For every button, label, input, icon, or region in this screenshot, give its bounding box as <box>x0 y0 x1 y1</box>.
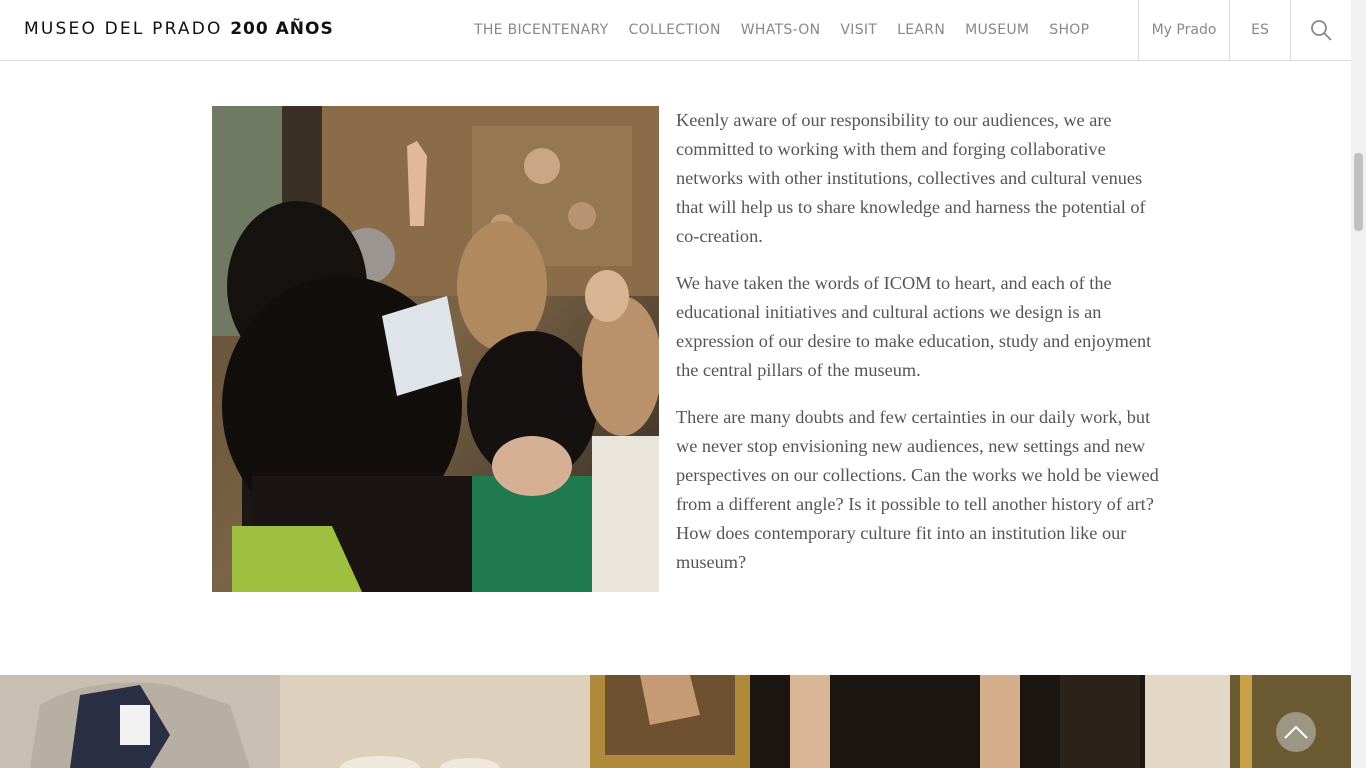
nav-item-whats-on[interactable]: WHATS-ON <box>731 0 831 60</box>
education-photo <box>212 106 659 592</box>
my-prado-link[interactable]: My Prado <box>1138 0 1229 60</box>
search-button[interactable] <box>1290 0 1351 60</box>
paragraph-audiences: Keenly aware of our responsibility to ou… <box>676 110 1146 246</box>
nav-item-museum[interactable]: MUSEUM <box>955 0 1039 60</box>
paragraph-doubts: There are many doubts and few certaintie… <box>676 407 1159 572</box>
search-icon <box>1311 20 1332 41</box>
back-to-top-button[interactable] <box>1276 712 1316 752</box>
logo-text: MUSEO DEL PRADO <box>24 19 223 39</box>
site-header: MUSEO DEL PRADO 200 AÑOS THE BICENTENARY… <box>0 0 1351 61</box>
nav-item-collection[interactable]: COLLECTION <box>619 0 731 60</box>
main-nav: THE BICENTENARY COLLECTION WHATS-ON VISI… <box>464 0 1099 60</box>
nav-item-shop[interactable]: SHOP <box>1039 0 1099 60</box>
scrollbar-thumb[interactable] <box>1354 153 1363 231</box>
paragraph-icom: We have taken the words of ICOM to heart… <box>676 273 1152 380</box>
gallery-banner-photo <box>0 675 1351 768</box>
logo-anniversary: 200 AÑOS <box>230 19 334 39</box>
nav-item-bicentenary[interactable]: THE BICENTENARY <box>464 0 619 60</box>
chevron-up-icon <box>1284 725 1308 739</box>
nav-item-learn[interactable]: LEARN <box>887 0 955 60</box>
header-utilities: My Prado ES <box>1138 0 1351 60</box>
language-switch[interactable]: ES <box>1229 0 1290 60</box>
page-scrollbar[interactable] <box>1351 0 1366 768</box>
education-text: Keenly aware of our responsibility to ou… <box>676 106 1161 595</box>
site-logo[interactable]: MUSEO DEL PRADO 200 AÑOS <box>24 19 334 41</box>
nav-item-visit[interactable]: VISIT <box>830 0 887 60</box>
